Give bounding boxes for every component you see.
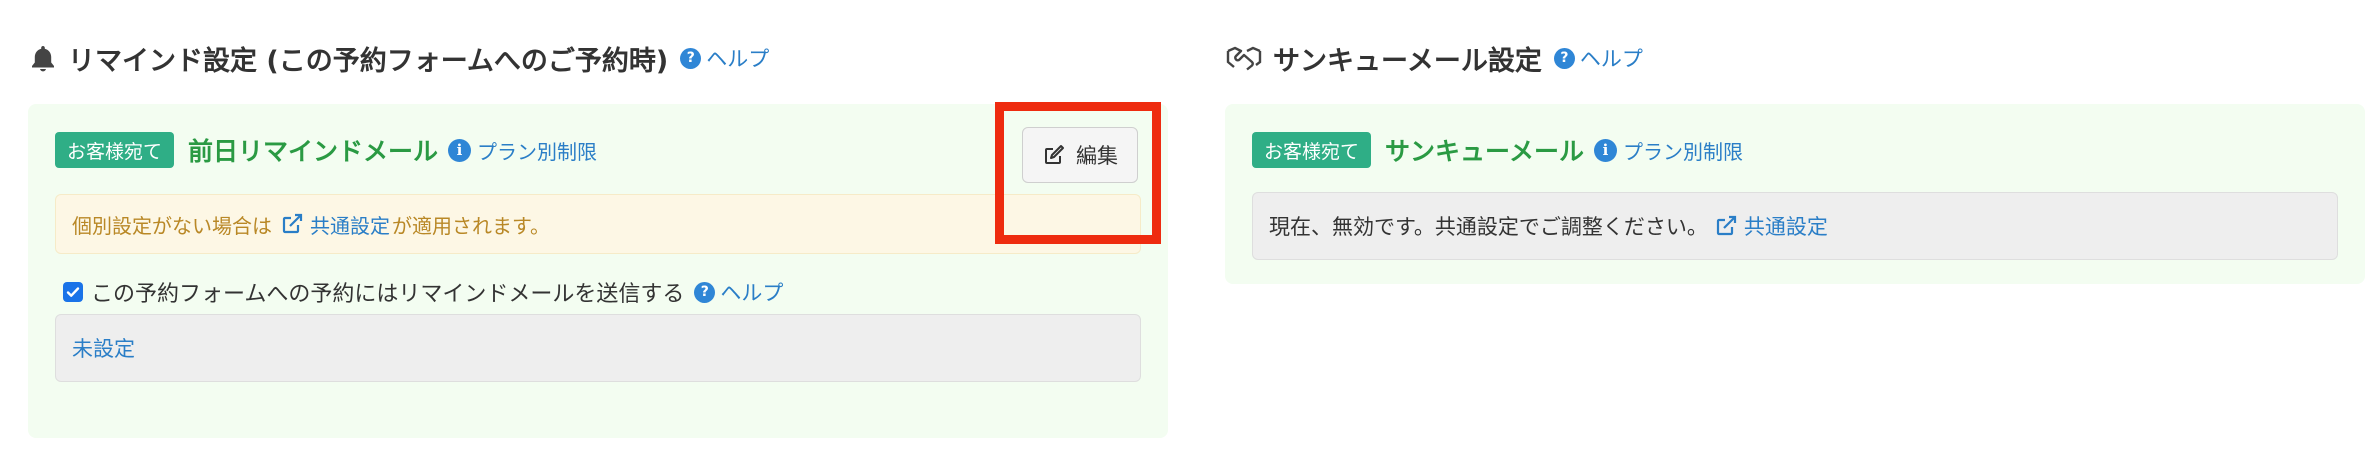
external-link-icon — [280, 212, 304, 236]
edit-button[interactable]: 編集 — [1022, 127, 1138, 183]
alert-prefix: 個別設定がない場合は — [72, 213, 272, 238]
send-remind-help-label: ヘルプ — [720, 281, 784, 305]
question-icon: ? — [680, 47, 702, 69]
edit-icon — [1042, 143, 1066, 167]
recipient-badge: お客様宛て — [55, 132, 175, 168]
common-settings-link[interactable]: 共通設定 — [280, 210, 390, 239]
remind-help-link[interactable]: ? ヘルプ — [680, 43, 769, 73]
thanks-section-title: サンキューメール設定 ? ヘルプ — [1225, 38, 2365, 78]
common-settings-link[interactable]: 共通設定 — [1714, 211, 1828, 241]
common-settings-label: 共通設定 — [1743, 215, 1828, 239]
recipient-badge: お客様宛て — [1252, 132, 1372, 168]
edit-button-label: 編集 — [1076, 144, 1118, 168]
thanks-section: サンキューメール設定 ? ヘルプ お客様宛て サンキューメール i プラン別制限… — [1225, 38, 2365, 284]
thanks-mail-title: サンキューメール — [1385, 137, 1585, 166]
remind-section: リマインド設定 (この予約フォームへのご予約時) ? ヘルプ お客様宛て 前日リ… — [28, 38, 1168, 438]
bell-icon — [28, 43, 58, 73]
remind-help-label: ヘルプ — [706, 47, 770, 71]
send-remind-option: この予約フォームへの予約にはリマインドメールを送信する ? ヘルプ — [63, 276, 783, 308]
remind-setting-value: 未設定 — [55, 314, 1141, 382]
thanks-title-text: サンキューメール設定 — [1273, 45, 1542, 77]
remind-mail-header: お客様宛て 前日リマインドメール i プラン別制限 — [55, 132, 597, 168]
send-remind-checkbox[interactable] — [63, 282, 83, 302]
thanks-panel: お客様宛て サンキューメール i プラン別制限 現在、無効です。共通設定でご調整… — [1225, 104, 2365, 284]
external-link-icon — [1714, 214, 1738, 238]
thanks-help-label: ヘルプ — [1579, 47, 1643, 71]
info-icon: i — [448, 138, 472, 162]
remind-section-title: リマインド設定 (この予約フォームへのご予約時) ? ヘルプ — [28, 38, 1168, 78]
thanks-status-box: 現在、無効です。共通設定でご調整ください。 共通設定 — [1252, 192, 2338, 260]
remind-mail-title: 前日リマインドメール — [188, 137, 439, 166]
send-remind-help-link[interactable]: ? ヘルプ — [694, 277, 783, 307]
fallback-alert: 個別設定がない場合は 共通設定 が適用されます。 — [55, 194, 1141, 254]
question-icon: ? — [1553, 47, 1575, 69]
common-settings-label: 共通設定 — [310, 213, 390, 238]
remind-title-text: リマインド設定 (この予約フォームへのご予約時) — [68, 45, 669, 77]
thanks-mail-header: お客様宛て サンキューメール i プラン別制限 — [1252, 132, 1743, 168]
plan-limit-link[interactable]: プラン別制限 — [1623, 136, 1743, 165]
handshake-icon — [1225, 43, 1263, 73]
alert-suffix: が適用されます。 — [392, 213, 550, 238]
send-remind-label: この予約フォームへの予約にはリマインドメールを送信する — [91, 282, 685, 307]
thanks-status-message: 現在、無効です。共通設定でご調整ください。 — [1269, 215, 1708, 239]
thanks-help-link[interactable]: ? ヘルプ — [1553, 43, 1643, 73]
info-icon: i — [1594, 138, 1618, 162]
question-icon: ? — [694, 281, 716, 303]
plan-limit-link[interactable]: プラン別制限 — [477, 136, 597, 165]
unset-value-link[interactable]: 未設定 — [72, 333, 135, 363]
